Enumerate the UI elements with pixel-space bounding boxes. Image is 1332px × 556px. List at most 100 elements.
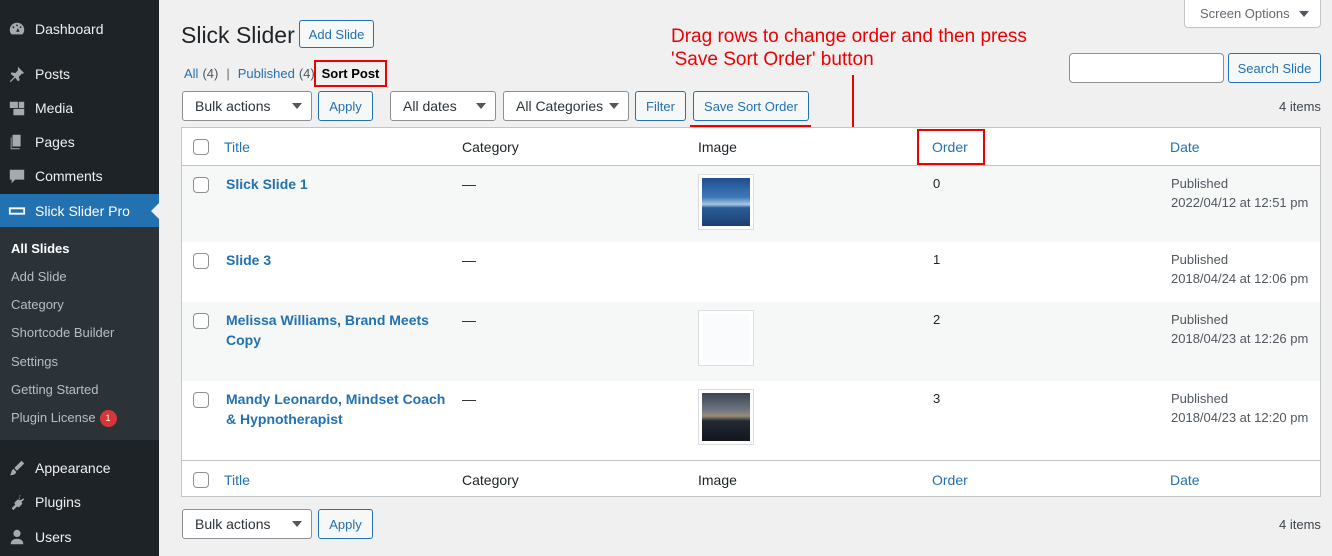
pages-icon: [8, 133, 26, 151]
slider-icon: [8, 202, 26, 220]
table-row[interactable]: Mandy Leonardo, Mindset Coach & Hypnothe…: [182, 381, 1320, 460]
bulk-actions-select-bottom[interactable]: Bulk actions: [182, 509, 312, 539]
row-title[interactable]: Mandy Leonardo, Mindset Coach & Hypnothe…: [226, 389, 445, 429]
column-title[interactable]: Title: [224, 139, 250, 155]
save-sort-order-button[interactable]: Save Sort Order: [693, 91, 809, 121]
apply-button[interactable]: Apply: [318, 91, 373, 121]
row-checkbox[interactable]: [193, 313, 209, 329]
search-input[interactable]: [1069, 53, 1224, 83]
white-thumbnail: [698, 310, 754, 366]
submenu-getting-started[interactable]: Getting Started: [11, 382, 98, 397]
admin-sidebar: Dashboard Posts Media Pages Comments Sli…: [0, 0, 159, 556]
chevron-down-icon: [476, 103, 486, 109]
sort-post-link[interactable]: Sort Post: [314, 60, 387, 87]
page-title: Slick Slider: [181, 22, 295, 48]
menu-label: Plugins: [35, 494, 81, 510]
row-date: Published 2018/04/24 at 12:06 pm: [1171, 250, 1308, 288]
row-order: 3: [933, 391, 941, 406]
row-status: Published: [1171, 391, 1229, 406]
menu-pages[interactable]: Pages: [0, 125, 159, 159]
table-row[interactable]: Slick Slide 1 — 0 Published 2022/04/12 a…: [182, 166, 1320, 242]
row-order: 1: [933, 252, 941, 267]
select-all-checkbox[interactable]: [193, 139, 209, 155]
apply-button-bottom[interactable]: Apply: [318, 509, 373, 539]
filter-button[interactable]: Filter: [635, 91, 686, 121]
row-datetime: 2018/04/23 at 12:26 pm: [1171, 331, 1309, 346]
submenu-add-slide[interactable]: Add Slide: [11, 269, 67, 284]
submenu-shortcode-builder[interactable]: Shortcode Builder: [11, 325, 114, 340]
table-footer: Title Category Image Order Date: [182, 460, 1320, 496]
dates-select[interactable]: All dates: [390, 91, 496, 121]
plugin-icon: [8, 493, 26, 511]
menu-label: Posts: [35, 66, 71, 82]
status-filter-links: All (4) | Published (4): [184, 66, 315, 81]
items-count-bottom: 4 items: [1279, 517, 1321, 532]
user-icon: [8, 528, 26, 546]
column-category: Category: [462, 472, 519, 488]
row-title-line-2[interactable]: & Hypnotherapist: [226, 409, 445, 429]
select-all-checkbox[interactable]: [193, 472, 209, 488]
menu-appearance[interactable]: Appearance: [0, 451, 159, 485]
table-row[interactable]: Melissa Williams, Brand Meets Copy — 2 P…: [182, 302, 1320, 381]
column-image: Image: [698, 472, 737, 488]
bulk-actions-select[interactable]: Bulk actions: [182, 91, 312, 121]
row-title[interactable]: Melissa Williams, Brand Meets Copy: [226, 310, 429, 350]
menu-users[interactable]: Users: [0, 520, 159, 554]
submenu-label: Plugin License: [11, 410, 96, 425]
menu-dashboard[interactable]: Dashboard: [0, 12, 159, 46]
bulk-actions-value: Bulk actions: [195, 98, 271, 114]
menu-label: Slick Slider Pro: [35, 203, 130, 219]
column-order[interactable]: Order: [932, 472, 968, 488]
submenu-category[interactable]: Category: [11, 297, 64, 312]
chevron-down-icon: [292, 521, 302, 527]
row-title-line-1[interactable]: Melissa Williams, Brand Meets: [226, 310, 429, 330]
row-datetime: 2018/04/24 at 12:06 pm: [1171, 271, 1309, 286]
chevron-down-icon: [1298, 10, 1309, 17]
row-category: —: [462, 252, 476, 268]
row-title-line-2[interactable]: Copy: [226, 330, 429, 350]
row-status: Published: [1171, 176, 1229, 191]
screen-options-label: Screen Options: [1200, 6, 1290, 21]
add-slide-button[interactable]: Add Slide: [299, 20, 374, 48]
table-row[interactable]: Slide 3 — 1 Published 2018/04/24 at 12:0…: [182, 242, 1320, 302]
row-title-line-1[interactable]: Mandy Leonardo, Mindset Coach: [226, 389, 445, 409]
submenu-settings[interactable]: Settings: [11, 354, 58, 369]
filter-all-link[interactable]: All (4): [184, 66, 218, 81]
menu-media[interactable]: Media: [0, 91, 159, 125]
row-title-line-1[interactable]: Slide 3: [226, 250, 271, 270]
row-category: —: [462, 312, 476, 328]
menu-label: Users: [35, 529, 72, 545]
menu-label: Appearance: [35, 460, 111, 476]
row-title-line-1[interactable]: Slick Slide 1: [226, 174, 308, 194]
menu-label: Comments: [35, 168, 103, 184]
row-title[interactable]: Slick Slide 1: [226, 174, 308, 194]
row-checkbox[interactable]: [193, 392, 209, 408]
filter-published-link[interactable]: Published (4): [238, 66, 315, 81]
column-date[interactable]: Date: [1170, 139, 1200, 155]
media-icon: [8, 99, 26, 117]
chevron-down-icon: [609, 103, 619, 109]
categories-select[interactable]: All Categories: [503, 91, 629, 121]
brush-icon: [8, 459, 26, 477]
bulk-actions-value: Bulk actions: [195, 516, 271, 532]
column-date[interactable]: Date: [1170, 472, 1200, 488]
row-checbox[interactable]: [193, 253, 209, 269]
order-highlight-box: [917, 129, 985, 165]
menu-posts[interactable]: Posts: [0, 57, 159, 91]
row-checkbox[interactable]: [193, 177, 209, 193]
submenu-all-slides[interactable]: All Slides: [11, 241, 70, 256]
column-title[interactable]: Title: [224, 472, 250, 488]
filter-published-label: Published: [237, 66, 295, 81]
instruction-annotation: Drag rows to change order and then press…: [671, 25, 1027, 71]
row-date: Published 2018/04/23 at 12:26 pm: [1171, 310, 1308, 348]
chevron-down-icon: [292, 103, 302, 109]
menu-plugins[interactable]: Plugins: [0, 485, 159, 519]
row-title[interactable]: Slide 3: [226, 250, 271, 270]
menu-slick-slider-pro[interactable]: Slick Slider Pro: [0, 194, 159, 228]
screen-options-button[interactable]: Screen Options: [1184, 0, 1321, 28]
menu-comments[interactable]: Comments: [0, 159, 159, 193]
search-slide-button[interactable]: Search Slide: [1228, 53, 1321, 83]
submenu-plugin-license[interactable]: Plugin License 1: [11, 410, 117, 427]
row-category: —: [462, 176, 476, 192]
row-order: 2: [933, 312, 941, 327]
